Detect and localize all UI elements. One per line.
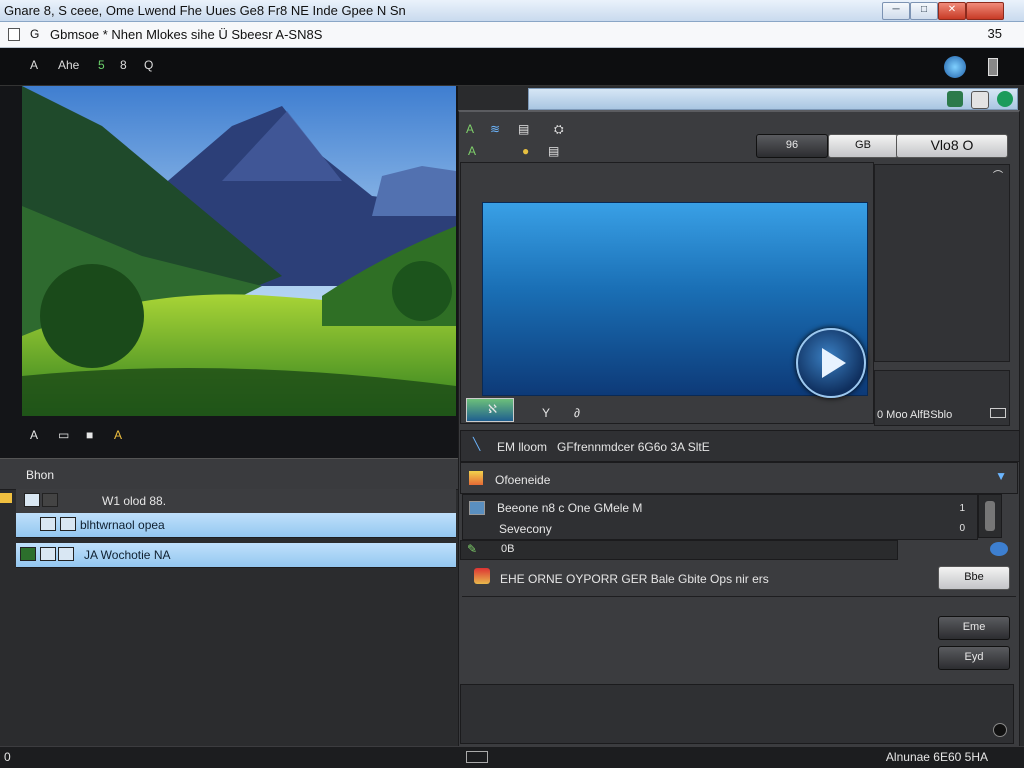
list-box[interactable]: Beeone n8 c One GMele M Sevecony 1 0 xyxy=(462,494,978,540)
scroll-thumb[interactable] xyxy=(985,501,995,531)
toolbar-item-8[interactable]: 8 xyxy=(120,58,127,72)
layers-header: Bhon xyxy=(0,459,458,490)
status-icon xyxy=(466,751,488,763)
layer-row[interactable]: W1 olod 88. xyxy=(16,489,456,514)
gear-icon[interactable]: ⛭ xyxy=(554,122,564,137)
photo-tool-2[interactable]: ▭ xyxy=(58,428,69,442)
title-bar: Gnare 8, S ceee, Ome Lwend Fhe Uues Ge8 … xyxy=(0,0,1024,22)
under-video-mid[interactable]: Y xyxy=(542,406,550,420)
mask-icon xyxy=(60,517,76,531)
globe-icon[interactable] xyxy=(944,56,966,78)
dot-icon[interactable]: ● xyxy=(522,144,529,158)
color-icon xyxy=(469,471,483,485)
sub-row: ✎ 0B xyxy=(460,540,898,560)
section-title: Ofoeneide xyxy=(495,473,551,487)
list-count-2: 0 xyxy=(959,523,965,534)
photo-tool-3[interactable]: ■ xyxy=(86,428,93,442)
pen-icon[interactable]: ╲ xyxy=(473,437,480,451)
toolbar-item-ahe[interactable]: Ahe xyxy=(58,58,79,72)
photo-tool-4[interactable]: A xyxy=(114,428,122,442)
video-button[interactable]: Vlo8 O xyxy=(896,134,1008,158)
layer-thumb-icon xyxy=(24,493,40,507)
maximize-button[interactable]: □ xyxy=(910,2,938,20)
close-button[interactable]: ✕ xyxy=(938,2,966,20)
tool-a2[interactable]: A xyxy=(468,144,476,158)
toolbar-item-5[interactable]: 5 xyxy=(98,58,105,72)
status-left: 0 xyxy=(4,750,11,764)
doc-icon[interactable] xyxy=(971,91,989,109)
scrollbar[interactable] xyxy=(978,494,1002,538)
package-icon xyxy=(474,568,490,584)
layer-label: W1 olod 88. xyxy=(102,494,167,508)
layers-panel: Bhon W1 olod 88. blhtwrnaol opea JA Woch… xyxy=(0,458,458,768)
folder-icon[interactable] xyxy=(0,493,12,503)
layer-row[interactable]: JA Wochotie NA xyxy=(16,543,456,568)
search-icon[interactable]: Q xyxy=(144,58,153,72)
field-label: EM lloom xyxy=(497,440,548,454)
phone-icon[interactable] xyxy=(988,58,998,76)
layer-label: blhtwrnaol opea xyxy=(80,518,165,532)
link-icon xyxy=(58,547,74,561)
layer-thumb-icon xyxy=(20,547,36,561)
address-bar: G Gbmsoe * Nhen Mlokes sihe Ü Sbeesr A-S… xyxy=(0,22,1024,48)
brush-icon[interactable]: ✎ xyxy=(467,542,477,556)
drop-icon[interactable] xyxy=(990,542,1008,556)
layer-row[interactable]: blhtwrnaol opea xyxy=(16,513,456,538)
resize-icon[interactable] xyxy=(993,723,1007,737)
address-input[interactable]: Gbmsoe * Nhen Mlokes sihe Ü Sbeesr A-SN8… xyxy=(50,27,322,42)
film-icon[interactable]: ▤ xyxy=(518,122,529,136)
panel-strip xyxy=(528,88,1018,110)
action-button-3[interactable]: Eyd xyxy=(938,646,1010,670)
monitor-icon xyxy=(469,501,485,515)
window-title: Gnare 8, S ceee, Ome Lwend Fhe Uues Ge8 … xyxy=(4,3,406,18)
photo-tool-1[interactable]: A xyxy=(30,428,38,442)
person-icon[interactable] xyxy=(947,91,963,107)
field-value[interactable]: GFfrennmdcer 6G6o 3A SltE xyxy=(557,440,710,454)
nav-glyph: G xyxy=(30,27,40,41)
notes-area[interactable] xyxy=(460,684,1014,744)
grid-icon[interactable]: ▤ xyxy=(548,144,559,158)
field-row: ╲ EM lloom GFfrennmdcer 6G6o 3A SltE xyxy=(460,430,1020,462)
status-bar: 0 Alnunae 6E60 5HA xyxy=(0,746,1024,768)
mode-button-1[interactable]: 96 xyxy=(756,134,828,158)
address-right-label[interactable]: 35 xyxy=(988,26,1002,41)
action-button-1[interactable]: Bbe xyxy=(938,566,1010,590)
side-preview-top: ⌒ xyxy=(874,164,1010,362)
mode-button-2[interactable]: GB xyxy=(828,134,898,158)
play-icon xyxy=(822,348,846,378)
wave-icon[interactable]: ≋ xyxy=(490,122,500,136)
side-caption: 0 Moo AlfBSblo xyxy=(877,409,953,421)
keyboard-icon[interactable] xyxy=(990,408,1006,418)
photo-tools: A ▭ ■ A xyxy=(0,418,458,456)
divider xyxy=(462,596,1016,597)
refresh-icon[interactable] xyxy=(997,91,1013,107)
page-icon[interactable] xyxy=(8,28,20,41)
section-header: Ofoeneide ▼ xyxy=(460,462,1018,494)
layer-label: JA Wochotie NA xyxy=(84,548,171,562)
minimize-button[interactable]: ─ xyxy=(882,2,910,20)
list-line-2: Sevecony xyxy=(499,522,552,536)
mask-icon xyxy=(40,547,56,561)
main-toolbar: A Ahe 5 8 Q xyxy=(0,48,1024,86)
action-button-2[interactable]: Eme xyxy=(938,616,1010,640)
pin-icon[interactable]: ▼ xyxy=(995,469,1007,483)
status-right: Alnunae 6E60 5HA xyxy=(885,750,988,764)
tool-a[interactable]: A xyxy=(466,122,474,136)
link-icon xyxy=(42,493,58,507)
list-count-1: 1 xyxy=(959,503,965,514)
landscape-photo[interactable] xyxy=(22,86,456,416)
layer-thumb-icon xyxy=(40,517,56,531)
toolbar-item-a[interactable]: A xyxy=(30,58,38,72)
action-text: EHE ORNE OYPORR GER Bale Gbite Ops nir e… xyxy=(500,572,769,586)
wifi-icon: ⌒ xyxy=(993,171,1003,182)
close-icon[interactable] xyxy=(966,2,1004,20)
sub-row-label: 0B xyxy=(501,543,515,555)
layers-title: Bhon xyxy=(26,468,55,482)
under-video-right[interactable]: ∂ xyxy=(574,406,580,420)
list-line-1: Beeone n8 c One GMele M xyxy=(497,501,643,515)
under-video-left: ℵ xyxy=(488,402,497,416)
play-button[interactable] xyxy=(796,328,866,398)
